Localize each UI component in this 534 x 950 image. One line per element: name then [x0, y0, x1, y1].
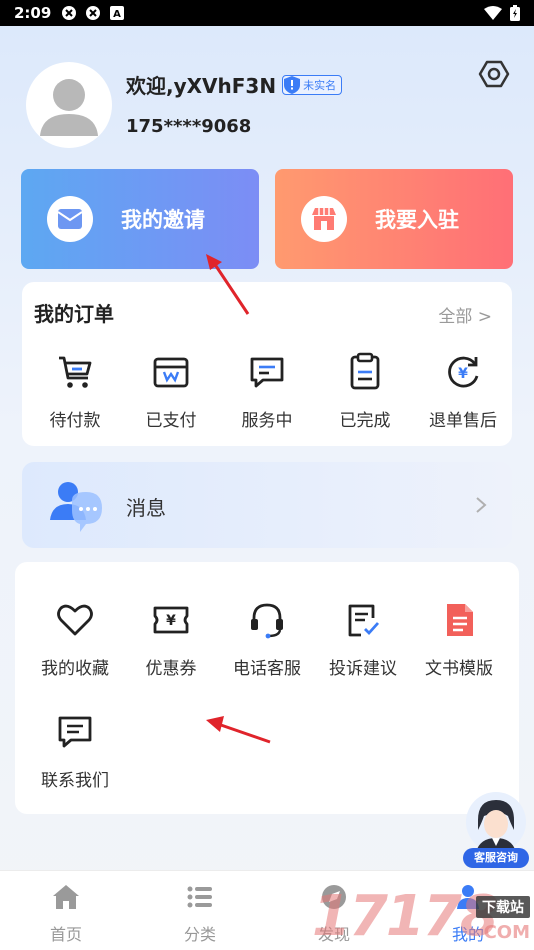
tab-discover[interactable]: 发现: [294, 883, 374, 945]
order-refund[interactable]: ¥ 退单售后: [414, 352, 512, 431]
services-panel: 我的收藏 ¥ 优惠券 电话客服 投诉建议 文书模版 联系我们: [15, 562, 519, 814]
complaint-icon: [348, 604, 380, 637]
tab-label: 首页: [49, 925, 82, 944]
orders-all-link[interactable]: 全部 >: [438, 302, 492, 327]
headset-icon: [251, 603, 283, 639]
envelope-icon: [57, 209, 83, 229]
service-label: 文书模版: [425, 659, 493, 679]
service-label: 联系我们: [41, 771, 109, 791]
avatar[interactable]: [26, 62, 112, 148]
order-pending-payment[interactable]: 待付款: [26, 352, 124, 431]
message-bubble-icon: [50, 482, 102, 532]
orders-panel: 我的订单 全部 > 待付款 已支付 服务中 已完成 ¥ 退单售后: [22, 282, 512, 446]
refund-icon: ¥: [448, 356, 479, 388]
join-circle: [301, 196, 347, 242]
document-icon: [447, 604, 473, 636]
messages-label: 消息: [126, 496, 166, 520]
shop-icon: [312, 208, 336, 230]
tab-home[interactable]: 首页: [26, 883, 106, 945]
battery-icon: [510, 5, 520, 21]
order-label: 待付款: [49, 411, 101, 431]
chat-icon: [250, 357, 284, 388]
messages-card[interactable]: 消息: [22, 462, 512, 548]
username-text: 欢迎,yXVhF3N: [126, 74, 277, 98]
chevron-right-icon: [476, 497, 487, 513]
wifi-icon: [484, 6, 502, 20]
bottom-tab-bar: 首页 分类 发现 我的: [0, 870, 534, 950]
service-label: 我的收藏: [41, 659, 109, 679]
order-label: 退单售后: [429, 411, 497, 431]
clipboard-icon: [350, 352, 380, 390]
badge-text: 未实名: [303, 78, 337, 92]
service-coupons[interactable]: ¥ 优惠券: [121, 600, 221, 679]
tab-category[interactable]: 分类: [160, 883, 240, 945]
user-icon: [457, 885, 479, 909]
service-favorites[interactable]: 我的收藏: [25, 600, 125, 679]
username: 欢迎,yXVhF3N 未实名: [126, 70, 343, 99]
phone-number: 175****9068: [126, 116, 252, 137]
coupon-icon: ¥: [153, 606, 189, 634]
order-label: 已支付: [145, 411, 197, 431]
tab-label: 分类: [183, 925, 216, 944]
heart-icon: [57, 604, 93, 636]
order-label: 服务中: [241, 411, 293, 431]
tab-label: 我的: [451, 925, 484, 944]
invite-circle: [47, 196, 93, 242]
wallet-icon: [153, 357, 189, 388]
svg-text:¥: ¥: [458, 366, 468, 382]
annotation-arrow: [206, 716, 271, 744]
service-contact-us[interactable]: 联系我们: [25, 712, 125, 791]
order-completed[interactable]: 已完成: [316, 352, 414, 431]
agent-avatar-icon: [466, 792, 526, 852]
order-in-service[interactable]: 服务中: [218, 352, 316, 431]
app-notification-icon: [86, 6, 101, 20]
order-paid[interactable]: 已支付: [122, 352, 220, 431]
order-label: 已完成: [339, 411, 391, 431]
discover-icon: [322, 885, 346, 909]
settings-icon[interactable]: [478, 58, 510, 90]
cart-icon: [59, 356, 92, 388]
service-complaints[interactable]: 投诉建议: [313, 600, 413, 679]
service-label: 电话客服: [233, 659, 301, 679]
list-icon: [187, 886, 212, 908]
customer-service-label: 客服咨询: [463, 848, 529, 868]
service-label: 投诉建议: [329, 659, 397, 679]
verification-badge[interactable]: 未实名: [282, 74, 343, 95]
text-notification-icon: A: [110, 6, 125, 20]
status-time: 2:09: [14, 4, 52, 22]
status-bar: 2:09 A: [0, 0, 534, 26]
service-templates[interactable]: 文书模版: [409, 600, 509, 679]
user-avatar-icon: [40, 79, 98, 136]
shield-icon: [284, 75, 301, 94]
message-icon: [58, 716, 92, 748]
join-card[interactable]: 我要入驻: [275, 169, 513, 269]
orders-title: 我的订单: [34, 302, 114, 326]
svg-text:A: A: [113, 9, 121, 20]
app-notification-icon: [62, 6, 77, 20]
tab-label: 发现: [317, 925, 350, 944]
service-phone-support[interactable]: 电话客服: [217, 600, 317, 679]
home-icon: [53, 885, 79, 909]
annotation-arrow: [206, 254, 250, 315]
svg-text:¥: ¥: [166, 613, 176, 629]
customer-service-float[interactable]: 客服咨询: [462, 792, 530, 868]
service-label: 优惠券: [145, 659, 197, 679]
join-label: 我要入驻: [375, 208, 459, 232]
invite-label: 我的邀请: [121, 208, 205, 232]
tab-mine[interactable]: 我的: [428, 883, 508, 945]
